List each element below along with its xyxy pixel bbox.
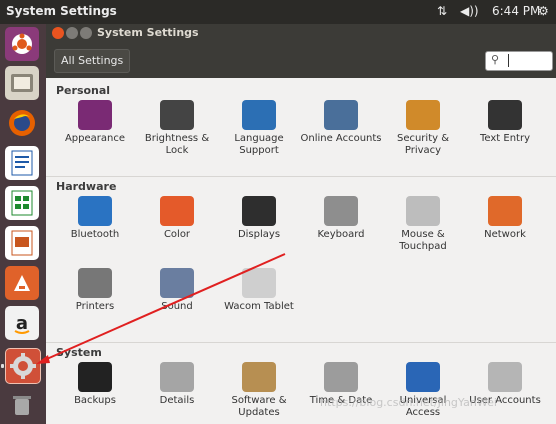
network-arrows-icon[interactable]: ⇅	[437, 4, 447, 18]
settings-item-label: Keyboard	[317, 229, 365, 240]
keyboard-icon	[324, 196, 358, 226]
settings-item-wacom[interactable]: Wacom Tablet	[218, 268, 300, 313]
settings-item-label: Brightness & Lock	[144, 133, 210, 156]
backups-icon	[78, 362, 112, 392]
settings-item-label: Mouse & Touchpad	[399, 229, 447, 252]
universal-access-icon	[406, 362, 440, 392]
section-personal: Personal	[56, 84, 111, 97]
settings-item-universal-access[interactable]: Universal Access	[382, 362, 464, 419]
keyboard-grid-icon	[488, 100, 522, 130]
text-cursor	[508, 54, 509, 67]
settings-item-display[interactable]: Displays	[218, 196, 300, 241]
settings-item-label: Displays	[237, 229, 281, 240]
settings-item-label: Sound	[161, 301, 193, 312]
trash-icon[interactable]	[5, 388, 39, 422]
top-panel: System Settings ⇅ ◀)) 6:44 PM ⚙	[0, 0, 556, 24]
online-accounts-icon	[324, 100, 358, 130]
settings-item-label: Online Accounts	[300, 133, 382, 144]
appearance-icon	[78, 100, 112, 130]
settings-item-label: Bluetooth	[70, 229, 120, 240]
settings-item-label: Network	[484, 229, 526, 240]
settings-item-online-accounts[interactable]: Online Accounts	[300, 100, 382, 145]
search-input[interactable]: ⚲	[485, 51, 553, 71]
settings-item-bluetooth[interactable]: Bluetooth	[54, 196, 136, 241]
divider	[46, 176, 556, 177]
window-titlebar: System Settings	[46, 24, 556, 42]
firefox-icon[interactable]	[5, 106, 39, 140]
amazon-icon[interactable]: a	[5, 306, 39, 340]
system-settings-window: System Settings All Settings ⚲ Personal …	[46, 24, 556, 424]
all-settings-button[interactable]: All Settings	[54, 49, 131, 73]
mouse-icon	[406, 196, 440, 226]
gear-icon[interactable]: ⚙	[538, 4, 549, 18]
wacom-icon	[242, 268, 276, 298]
section-hardware: Hardware	[56, 180, 117, 193]
language-icon	[242, 100, 276, 130]
settings-item-color[interactable]: Color	[136, 196, 218, 241]
window-title: System Settings	[97, 26, 199, 39]
settings-item-keyboard[interactable]: Keyboard	[300, 196, 382, 241]
search-icon: ⚲	[491, 53, 500, 66]
close-icon[interactable]	[52, 27, 64, 39]
section-system: System	[56, 346, 102, 359]
settings-item-lock[interactable]: Brightness & Lock	[136, 100, 218, 157]
lock-icon	[160, 100, 194, 130]
active-app-title: System Settings	[6, 4, 117, 18]
maximize-icon[interactable]	[80, 27, 92, 39]
minimize-icon[interactable]	[66, 27, 78, 39]
settings-item-language[interactable]: Language Support	[218, 100, 300, 157]
volume-icon[interactable]: ◀))	[460, 4, 479, 18]
dash-icon[interactable]	[5, 27, 39, 61]
settings-item-sound[interactable]: Sound	[136, 268, 218, 313]
system-settings-launcher-icon[interactable]	[1, 348, 41, 384]
network-icon	[488, 196, 522, 226]
color-icon	[160, 196, 194, 226]
settings-item-label: Backups	[74, 395, 116, 406]
settings-item-network[interactable]: Network	[464, 196, 546, 241]
settings-item-label: Appearance	[64, 133, 126, 144]
settings-item-security[interactable]: Security & Privacy	[382, 100, 464, 157]
settings-item-label: Color	[163, 229, 191, 240]
clock-text[interactable]: 6:44 PM	[492, 4, 540, 18]
bluetooth-icon	[78, 196, 112, 226]
toolbar: All Settings ⚲	[46, 42, 556, 78]
settings-item-software[interactable]: Software & Updates	[218, 362, 300, 419]
printer-icon	[78, 268, 112, 298]
settings-item-label: Text Entry	[479, 133, 530, 144]
security-icon	[406, 100, 440, 130]
svg-text:a: a	[16, 313, 28, 334]
users-icon	[488, 362, 522, 392]
settings-item-backups[interactable]: Backups	[54, 362, 136, 407]
sound-icon	[160, 268, 194, 298]
settings-item-appearance[interactable]: Appearance	[54, 100, 136, 145]
software-center-icon[interactable]	[5, 266, 39, 300]
settings-item-label: Language Support	[234, 133, 284, 156]
settings-item-details[interactable]: Details	[136, 362, 218, 407]
display-icon	[242, 196, 276, 226]
software-icon	[242, 362, 276, 392]
impress-icon[interactable]	[5, 226, 39, 260]
launcher: a	[0, 24, 47, 424]
clock-icon	[324, 362, 358, 392]
divider	[46, 342, 556, 343]
settings-item-printer[interactable]: Printers	[54, 268, 136, 313]
settings-item-keyboard-grid[interactable]: Text Entry	[464, 100, 546, 145]
writer-icon[interactable]	[5, 146, 39, 180]
settings-item-mouse[interactable]: Mouse & Touchpad	[382, 196, 464, 253]
settings-item-label: Software & Updates	[231, 395, 287, 418]
watermark-text: https://blog.csdn.net/JingYanWei	[320, 396, 497, 409]
settings-panel: Personal Hardware System Appearance Brigh…	[46, 78, 556, 424]
settings-item-label: Wacom Tablet	[224, 301, 294, 312]
settings-item-label: Printers	[75, 301, 115, 312]
calc-icon[interactable]	[5, 186, 39, 220]
settings-item-label: Security & Privacy	[396, 133, 450, 156]
files-icon[interactable]	[5, 66, 39, 100]
details-icon	[160, 362, 194, 392]
settings-item-label: Details	[159, 395, 195, 406]
